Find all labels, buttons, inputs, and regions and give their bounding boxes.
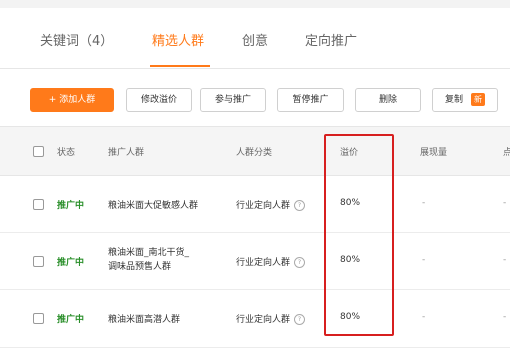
- crowd-category-text: 行业定向人群: [236, 201, 291, 211]
- status-badge: 推广中: [57, 201, 85, 211]
- header-impressions[interactable]: 展现量: [420, 145, 447, 158]
- crowd-category: 行业定向人群?: [236, 312, 306, 325]
- header-status: 状态: [57, 148, 76, 158]
- row-checkbox[interactable]: [33, 256, 44, 267]
- row-checkbox[interactable]: [33, 199, 44, 210]
- header-crowd: 推广人群: [108, 148, 145, 158]
- crowd-category: 行业定向人群?: [236, 255, 306, 268]
- delete-label: 删除: [378, 95, 397, 105]
- header-clicks[interactable]: 点: [503, 145, 510, 158]
- pause-promotion-label: 暂停推广: [292, 95, 329, 105]
- table-row: 推广中 粮油米面大促敏感人群 行业定向人群? 80% - -: [0, 176, 510, 233]
- copy-label: 复制: [445, 95, 464, 105]
- pause-promotion-button[interactable]: 暂停推广: [277, 88, 344, 112]
- help-icon[interactable]: ?: [294, 314, 306, 325]
- join-promotion-label: 参与推广: [214, 95, 251, 105]
- crowd-category: 行业定向人群?: [236, 198, 306, 211]
- premium-column-highlight: [324, 134, 394, 336]
- delete-button[interactable]: 删除: [355, 88, 421, 112]
- add-crowd-label: + 添加人群: [48, 95, 96, 105]
- add-crowd-button[interactable]: + 添加人群: [30, 88, 114, 112]
- crowd-category-text: 行业定向人群: [236, 315, 291, 325]
- join-promotion-button[interactable]: 参与推广: [200, 88, 266, 112]
- header-category: 人群分类: [236, 148, 273, 158]
- crowd-name[interactable]: 粮油米面大促敏感人群: [108, 198, 198, 211]
- impressions-value: -: [422, 312, 426, 322]
- table-header: 状态 推广人群 人群分类 溢价 展现量 点: [0, 126, 510, 176]
- crowd-name-line2[interactable]: 调味品预售人群: [108, 259, 171, 272]
- crowd-name[interactable]: 粮油米面高潜人群: [108, 312, 180, 325]
- impressions-value: -: [422, 198, 426, 208]
- active-tab-indicator: [150, 65, 210, 67]
- toolbar: + 添加人群 修改溢价 参与推广 暂停推广 删除 复制 新: [0, 70, 510, 126]
- table-row: 推广中 粮油米面_南北干货_ 调味品预售人群 行业定向人群? 80% - -: [0, 233, 510, 290]
- new-badge: 新: [470, 93, 485, 106]
- status-badge: 推广中: [57, 315, 85, 325]
- copy-button[interactable]: 复制 新: [432, 88, 498, 112]
- row-checkbox[interactable]: [33, 313, 44, 324]
- crowd-table: 状态 推广人群 人群分类 溢价 展现量 点 推广中 粮油米面大促敏感人群 行业定…: [0, 126, 510, 351]
- tab-creative[interactable]: 创意: [242, 30, 268, 49]
- table-row: 推广中 粮油米面高潜人群 行业定向人群? 80% - -: [0, 290, 510, 348]
- impressions-value: -: [422, 255, 426, 265]
- clicks-value: -: [503, 198, 507, 208]
- status-badge: 推广中: [57, 258, 85, 268]
- modify-premium-button[interactable]: 修改溢价: [126, 88, 192, 112]
- crowd-name[interactable]: 粮油米面_南北干货_: [108, 245, 189, 258]
- tab-targeted-promotion[interactable]: 定向推广: [305, 30, 357, 49]
- tab-bar: 关键词（4） 精选人群 创意 定向推广: [0, 8, 510, 69]
- help-icon[interactable]: ?: [294, 257, 306, 268]
- clicks-value: -: [503, 312, 507, 322]
- modify-premium-label: 修改溢价: [140, 95, 177, 105]
- help-icon[interactable]: ?: [294, 200, 306, 211]
- tab-selected-crowds[interactable]: 精选人群: [152, 30, 204, 49]
- top-strip: [0, 0, 510, 8]
- clicks-value: -: [503, 255, 507, 265]
- crowd-category-text: 行业定向人群: [236, 258, 291, 268]
- tab-keywords[interactable]: 关键词（4）: [40, 30, 113, 49]
- select-all-checkbox[interactable]: [33, 146, 44, 157]
